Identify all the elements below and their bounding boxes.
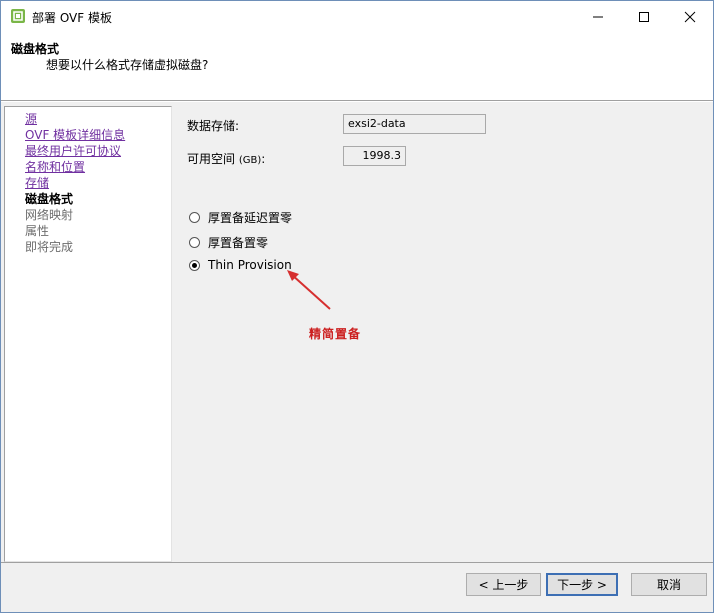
free-space-unit: (GB) [238,155,262,166]
annotation-arrow-icon [287,270,331,310]
close-icon [684,11,696,22]
step-properties: 属性 [25,224,50,238]
wizard-steps-list: 源 OVF 模板详细信息 最终用户许可协议 名称和位置 存储 磁盘格式 网络映射… [25,111,125,255]
option-label: 厚置备置零 [208,235,269,250]
back-button[interactable]: < 上一步 [466,573,541,596]
step-eula[interactable]: 最终用户许可协议 [25,143,125,159]
option-thick-lazy-zeroed[interactable]: 厚置备延迟置零 [189,208,292,226]
free-space-colon: : [261,152,266,166]
free-space-label-text: 可用空间 [187,152,236,166]
datastore-field: exsi2-data [343,114,486,134]
page-title: 磁盘格式 [11,42,60,56]
title-bar: 部署 OVF 模板 [1,1,713,32]
datastore-label: 数据存储: [187,119,240,133]
step-disk-format: 磁盘格式 [25,192,74,206]
radio-thin-provision[interactable] [189,259,200,271]
step-network-mapping: 网络映射 [25,208,74,222]
free-space-label: 可用空间 (GB): [187,150,265,167]
option-thick-eager-zeroed[interactable]: 厚置备置零 [189,233,268,251]
maximize-button[interactable] [621,1,667,32]
step-storage[interactable]: 存储 [25,175,125,191]
free-space-field: 1998.3 [343,146,406,166]
close-button[interactable] [667,1,713,32]
disk-format-content: 数据存储: exsi2-data 可用空间 (GB): 1998.3 厚置备延迟… [173,106,710,562]
radio-thick-eager-zeroed[interactable] [189,236,200,248]
radio-thick-lazy-zeroed[interactable] [189,211,200,223]
wizard-body: 源 OVF 模板详细信息 最终用户许可协议 名称和位置 存储 磁盘格式 网络映射… [1,102,713,562]
step-ovf-details[interactable]: OVF 模板详细信息 [25,127,125,143]
step-name-location[interactable]: 名称和位置 [25,159,125,175]
page-subtitle: 想要以什么格式存储虚拟磁盘? [46,58,209,72]
cancel-button[interactable]: 取消 [631,573,707,596]
step-ready-to-complete: 即将完成 [25,240,74,254]
wizard-steps-panel: 源 OVF 模板详细信息 最终用户许可协议 名称和位置 存储 磁盘格式 网络映射… [4,106,172,562]
annotation-text: 精简置备 [309,327,362,341]
deploy-ovf-window: 部署 OVF 模板 磁盘格式 想要以什么格式存储虚拟磁盘? 源 OVF 模板详细… [0,0,714,613]
vsphere-app-icon [11,9,25,23]
minimize-icon [593,16,603,17]
wizard-header: 磁盘格式 想要以什么格式存储虚拟磁盘? [1,32,713,101]
wizard-footer: < 上一步 下一步 > 取消 [1,562,713,612]
step-source[interactable]: 源 [25,111,125,127]
next-button[interactable]: 下一步 > [546,573,618,596]
minimize-button[interactable] [575,1,621,32]
maximize-icon [639,11,649,22]
option-label: 厚置备延迟置零 [208,210,293,225]
window-title: 部署 OVF 模板 [32,11,112,25]
